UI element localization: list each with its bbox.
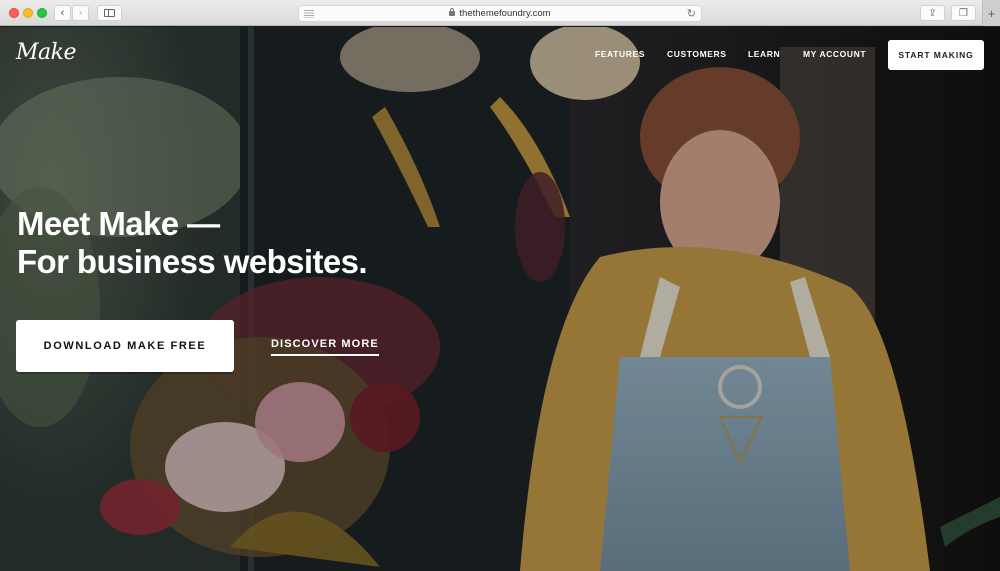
hero-dim-overlay [0,27,1000,571]
tabs-icon: ❐ [959,7,968,19]
make-logo[interactable]: Make [16,40,77,65]
nav-item-customers[interactable]: CUSTOMERS [667,49,727,59]
nav-item-features[interactable]: FEATURES [595,49,645,59]
new-tab-button[interactable]: + [982,0,1000,26]
nav-item-learn[interactable]: LEARN [748,49,780,59]
plus-icon: + [987,5,996,21]
close-window-button[interactable] [9,8,19,18]
discover-more-link[interactable]: DISCOVER MORE [271,338,379,356]
sidebar-toggle-button[interactable] [97,5,122,21]
headline-line-2: For business websites. [17,243,368,280]
headline-line-1: Meet Make — [17,205,220,242]
tabs-overview-button[interactable]: ❐ [951,5,976,21]
share-icon: ⇪ [928,7,937,19]
sidebar-icon [104,9,115,17]
hero-headline: Meet Make — For business websites. [17,205,368,281]
url-text: thethemefoundry.com [459,8,551,19]
nav-item-my-account[interactable]: MY ACCOUNT [803,49,866,59]
maximize-window-button[interactable] [37,8,47,18]
start-making-button[interactable]: START MAKING [888,40,984,70]
lock-icon [449,8,456,16]
chevron-right-icon: › [78,6,83,19]
back-button[interactable]: ‹ [54,5,71,21]
forward-button[interactable]: › [72,5,89,21]
browser-toolbar: ‹ › thethemefoundry.com ↻ ⇪ ❐ + [0,0,1000,26]
reload-icon[interactable]: ↻ [687,7,696,21]
hero-section: Make FEATURES CUSTOMERS LEARN MY ACCOUNT… [0,27,1000,571]
chevron-left-icon: ‹ [60,6,65,19]
minimize-window-button[interactable] [23,8,33,18]
share-button[interactable]: ⇪ [920,5,945,21]
address-bar[interactable]: thethemefoundry.com ↻ [298,5,702,22]
download-make-free-button[interactable]: DOWNLOAD MAKE FREE [16,320,234,372]
